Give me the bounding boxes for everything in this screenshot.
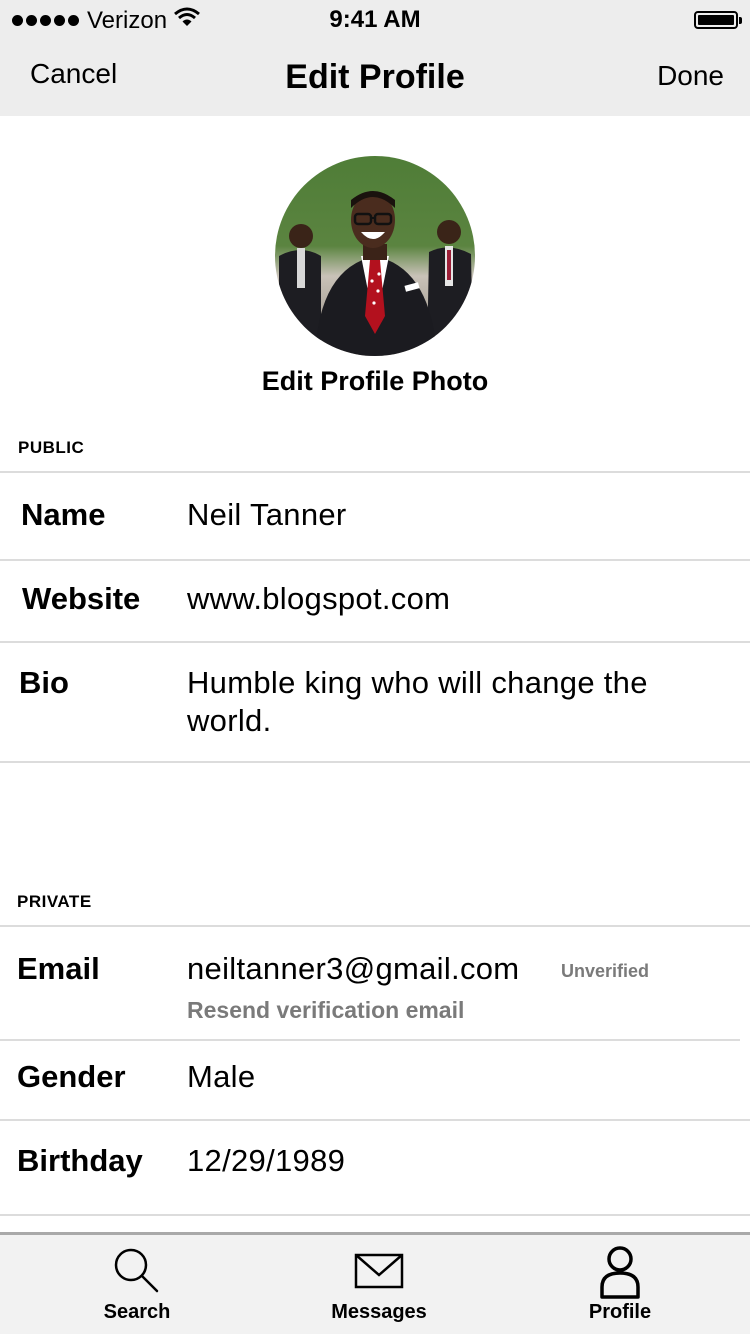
resend-verification-link[interactable]: Resend verification email bbox=[187, 997, 464, 1024]
gender-field[interactable]: Male bbox=[187, 1059, 255, 1095]
tab-messages-label: Messages bbox=[331, 1301, 427, 1323]
divider bbox=[0, 1214, 750, 1216]
bio-field[interactable]: Humble king who will change the world. bbox=[187, 664, 727, 740]
done-button[interactable]: Done bbox=[657, 60, 724, 92]
bio-label: Bio bbox=[19, 665, 69, 700]
battery-icon bbox=[694, 11, 742, 29]
name-label: Name bbox=[21, 497, 106, 532]
tab-search[interactable]: Search bbox=[47, 1235, 227, 1335]
divider bbox=[0, 471, 750, 473]
gender-label: Gender bbox=[17, 1059, 126, 1094]
name-field[interactable]: Neil Tanner bbox=[187, 497, 347, 533]
tab-bar: Search Messages Profile bbox=[0, 1232, 750, 1334]
envelope-icon bbox=[354, 1253, 404, 1289]
divider bbox=[0, 1119, 750, 1121]
person-icon bbox=[600, 1246, 640, 1299]
website-label: Website bbox=[22, 581, 141, 616]
birthday-field[interactable]: 12/29/1989 bbox=[187, 1143, 345, 1179]
status-bar: Verizon 9:41 AM bbox=[0, 0, 750, 40]
edit-profile-photo-button[interactable]: Edit Profile Photo bbox=[0, 366, 750, 397]
search-icon bbox=[114, 1248, 159, 1293]
public-section-header: PUBLIC bbox=[18, 438, 85, 457]
nav-bar: Cancel Edit Profile Done bbox=[0, 40, 750, 116]
divider bbox=[0, 761, 750, 763]
private-section-header: PRIVATE bbox=[17, 892, 92, 911]
divider bbox=[0, 559, 750, 561]
email-status-badge: Unverified bbox=[561, 961, 650, 981]
tab-messages[interactable]: Messages bbox=[289, 1235, 469, 1335]
website-field[interactable]: www.blogspot.com bbox=[187, 581, 450, 617]
page-title: Edit Profile bbox=[285, 58, 465, 96]
divider bbox=[0, 1039, 740, 1041]
tab-profile[interactable]: Profile bbox=[530, 1235, 710, 1335]
profile-photo[interactable] bbox=[275, 156, 475, 356]
tab-search-label: Search bbox=[103, 1301, 171, 1323]
birthday-label: Birthday bbox=[17, 1143, 143, 1178]
divider bbox=[0, 641, 750, 643]
divider bbox=[0, 925, 750, 927]
tab-profile-label: Profile bbox=[588, 1301, 652, 1323]
status-time: 9:41 AM bbox=[329, 6, 421, 33]
email-field[interactable]: neiltanner3@gmail.com bbox=[187, 951, 519, 987]
email-label: Email bbox=[17, 951, 100, 986]
